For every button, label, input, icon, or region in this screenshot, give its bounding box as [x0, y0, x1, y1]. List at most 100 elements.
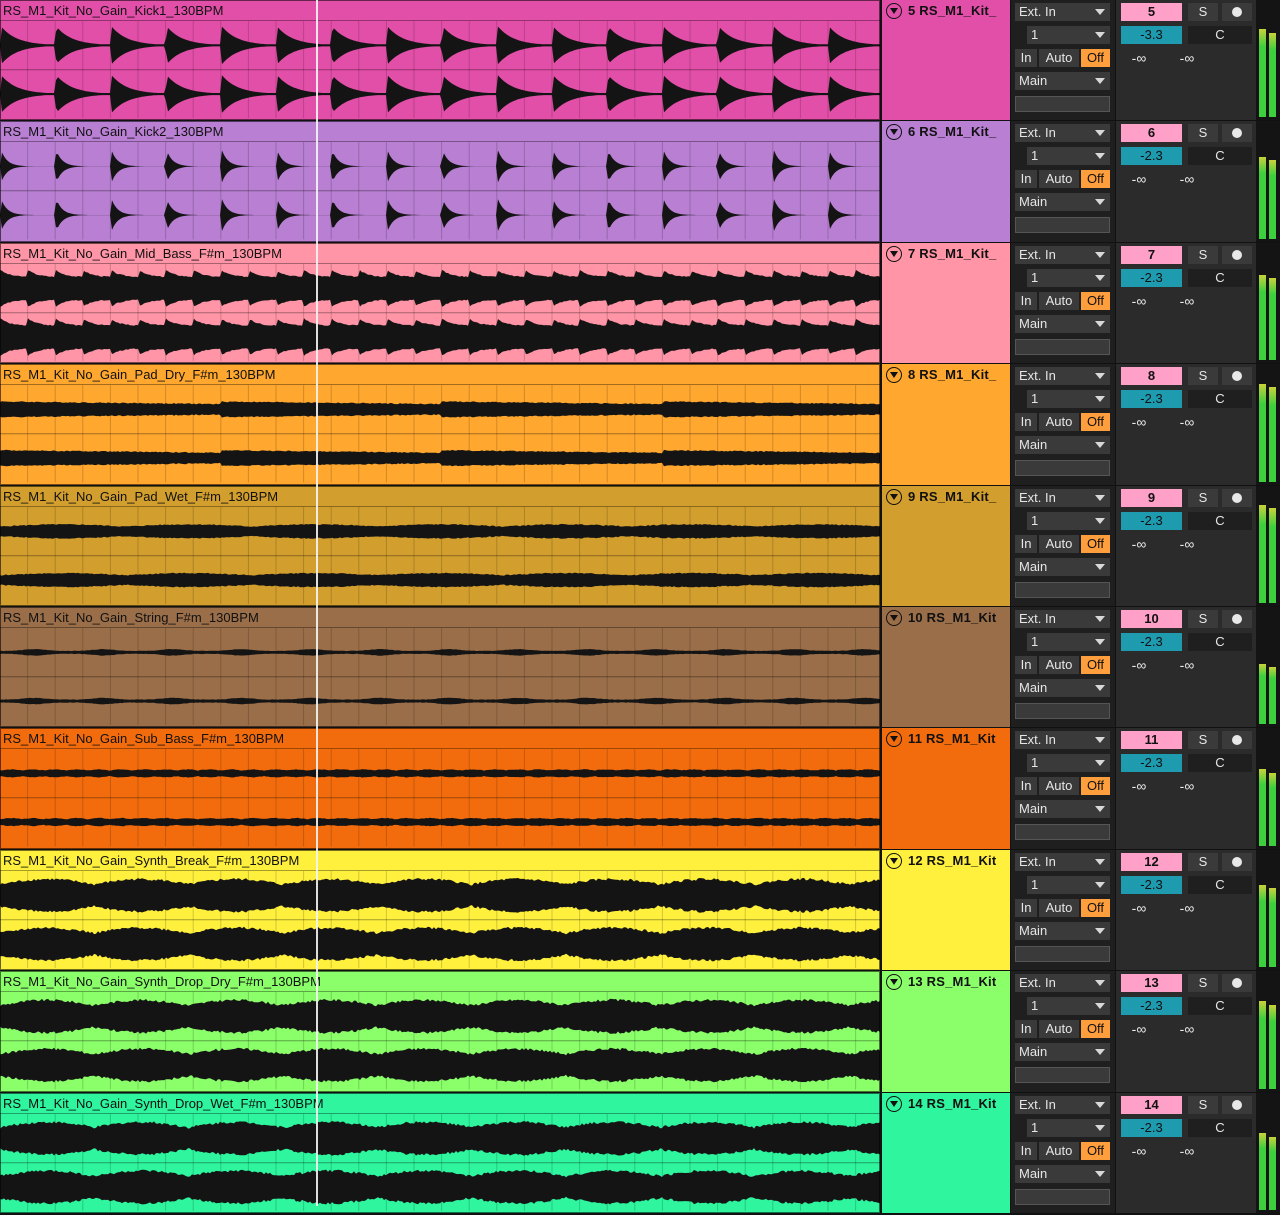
pan-field[interactable]: C [1188, 26, 1252, 44]
solo-button[interactable]: S [1188, 1095, 1218, 1114]
output-channel-field[interactable] [1015, 217, 1110, 234]
solo-button[interactable]: S [1188, 124, 1218, 143]
send-b-field[interactable]: -∞ [1172, 49, 1202, 67]
clip-name[interactable]: RS_M1_Kit_No_Gain_Synth_Drop_Wet_F#m_130… [0, 1093, 880, 1114]
pan-field[interactable]: C [1188, 147, 1252, 166]
clip-name[interactable]: RS_M1_Kit_No_Gain_Pad_Dry_F#m_130BPM [0, 364, 880, 386]
send-b-field[interactable]: -∞ [1172, 413, 1202, 431]
pan-field[interactable]: C [1188, 390, 1252, 409]
output-channel-field[interactable] [1015, 945, 1110, 962]
output-dropdown[interactable]: Main [1015, 314, 1110, 333]
track-name[interactable]: 7 RS_M1_Kit_ [908, 246, 996, 261]
clip-name[interactable]: RS_M1_Kit_No_Gain_Synth_Break_F#m_130BPM [0, 850, 880, 871]
fold-triangle-icon[interactable] [886, 610, 902, 626]
record-arm-icon[interactable] [1222, 852, 1252, 871]
input-type-dropdown[interactable]: Ext. In [1015, 488, 1110, 507]
pan-field[interactable]: C [1188, 511, 1252, 530]
output-dropdown[interactable]: Main [1015, 72, 1110, 90]
audio-clip[interactable]: RS_M1_Kit_No_Gain_Synth_Break_F#m_130BPM [0, 849, 880, 971]
input-channel-dropdown[interactable]: 1 [1027, 754, 1110, 773]
input-type-dropdown[interactable]: Ext. In [1015, 852, 1110, 871]
monitor-in-button[interactable]: In [1015, 170, 1037, 189]
input-channel-dropdown[interactable]: 1 [1027, 511, 1110, 530]
solo-button[interactable]: S [1188, 367, 1218, 386]
monitor-off-button[interactable]: Off [1081, 170, 1110, 189]
clip-name[interactable]: RS_M1_Kit_No_Gain_Mid_Bass_F#m_130BPM [0, 243, 880, 264]
record-arm-icon[interactable] [1222, 3, 1252, 21]
pan-field[interactable]: C [1188, 1118, 1252, 1137]
send-b-field[interactable]: -∞ [1172, 292, 1202, 310]
track-header[interactable]: 6 RS_M1_Kit_ [880, 121, 1011, 242]
pan-field[interactable]: C [1188, 633, 1252, 651]
track-header[interactable]: 13 RS_M1_Kit [880, 971, 1011, 1092]
fold-triangle-icon[interactable] [886, 974, 902, 991]
fold-triangle-icon[interactable] [886, 1095, 902, 1112]
monitor-off-button[interactable]: Off [1081, 534, 1110, 553]
pan-field[interactable]: C [1188, 997, 1252, 1016]
monitor-auto-button[interactable]: Auto [1039, 1141, 1079, 1160]
clip-name[interactable]: RS_M1_Kit_No_Gain_String_F#m_130BPM [0, 607, 880, 628]
clip-name[interactable]: RS_M1_Kit_No_Gain_Kick2_130BPM [0, 121, 880, 143]
input-type-dropdown[interactable]: Ext. In [1015, 124, 1110, 143]
output-dropdown[interactable]: Main [1015, 557, 1110, 576]
track-header[interactable]: 10 RS_M1_Kit [880, 607, 1011, 728]
track-header[interactable]: 11 RS_M1_Kit [880, 728, 1011, 849]
monitor-auto-button[interactable]: Auto [1039, 49, 1079, 67]
record-arm-icon[interactable] [1222, 731, 1252, 750]
solo-button[interactable]: S [1188, 610, 1218, 628]
monitor-auto-button[interactable]: Auto [1039, 534, 1079, 553]
monitor-in-button[interactable]: In [1015, 656, 1037, 674]
send-a-field[interactable]: -∞ [1124, 292, 1154, 310]
monitor-in-button[interactable]: In [1015, 777, 1037, 796]
send-a-field[interactable]: -∞ [1124, 1020, 1154, 1038]
track-number-button[interactable]: 12 [1121, 852, 1182, 871]
record-arm-icon[interactable] [1222, 245, 1252, 264]
send-b-field[interactable]: -∞ [1172, 656, 1202, 674]
audio-clip[interactable]: RS_M1_Kit_No_Gain_Pad_Dry_F#m_130BPM [0, 364, 880, 485]
track-name[interactable]: 9 RS_M1_Kit_ [908, 489, 996, 504]
audio-clip[interactable]: RS_M1_Kit_No_Gain_Sub_Bass_F#m_130BPM [0, 728, 880, 849]
track-number-button[interactable]: 6 [1121, 124, 1182, 143]
volume-field[interactable]: -3.3 [1121, 26, 1182, 44]
volume-field[interactable]: -2.3 [1121, 1118, 1182, 1137]
audio-clip[interactable]: RS_M1_Kit_No_Gain_String_F#m_130BPM [0, 607, 880, 728]
send-a-field[interactable]: -∞ [1124, 777, 1154, 795]
send-b-field[interactable]: -∞ [1172, 535, 1202, 553]
send-b-field[interactable]: -∞ [1172, 777, 1202, 795]
input-type-dropdown[interactable]: Ext. In [1015, 245, 1110, 264]
track-number-button[interactable]: 9 [1121, 488, 1182, 507]
solo-button[interactable]: S [1188, 974, 1218, 993]
audio-clip[interactable]: RS_M1_Kit_No_Gain_Mid_Bass_F#m_130BPM [0, 242, 880, 364]
solo-button[interactable]: S [1188, 488, 1218, 507]
input-channel-dropdown[interactable]: 1 [1027, 997, 1110, 1016]
output-dropdown[interactable]: Main [1015, 436, 1110, 455]
send-b-field[interactable]: -∞ [1172, 1020, 1202, 1038]
send-a-field[interactable]: -∞ [1124, 1142, 1154, 1160]
monitor-in-button[interactable]: In [1015, 1020, 1037, 1039]
volume-field[interactable]: -2.3 [1121, 754, 1182, 773]
monitor-auto-button[interactable]: Auto [1039, 777, 1079, 796]
input-channel-dropdown[interactable]: 1 [1027, 875, 1110, 894]
output-channel-field[interactable] [1015, 338, 1110, 355]
fold-triangle-icon[interactable] [886, 3, 902, 19]
output-channel-field[interactable] [1015, 703, 1110, 719]
input-channel-dropdown[interactable]: 1 [1027, 633, 1110, 651]
track-number-button[interactable]: 8 [1121, 367, 1182, 386]
clip-name[interactable]: RS_M1_Kit_No_Gain_Pad_Wet_F#m_130BPM [0, 486, 880, 507]
audio-clip[interactable]: RS_M1_Kit_No_Gain_Synth_Drop_Wet_F#m_130… [0, 1092, 880, 1213]
monitor-off-button[interactable]: Off [1081, 291, 1110, 310]
track-number-button[interactable]: 7 [1121, 245, 1182, 264]
send-a-field[interactable]: -∞ [1124, 413, 1154, 431]
solo-button[interactable]: S [1188, 731, 1218, 750]
monitor-auto-button[interactable]: Auto [1039, 1020, 1079, 1039]
monitor-off-button[interactable]: Off [1081, 1141, 1110, 1160]
volume-field[interactable]: -2.3 [1121, 633, 1182, 651]
send-a-field[interactable]: -∞ [1124, 899, 1154, 917]
record-arm-icon[interactable] [1222, 367, 1252, 386]
track-name[interactable]: 11 RS_M1_Kit [908, 731, 996, 746]
audio-clip[interactable]: RS_M1_Kit_No_Gain_Pad_Wet_F#m_130BPM [0, 485, 880, 606]
monitor-off-button[interactable]: Off [1081, 777, 1110, 796]
clip-name[interactable]: RS_M1_Kit_No_Gain_Synth_Drop_Dry_F#m_130… [0, 971, 880, 993]
input-type-dropdown[interactable]: Ext. In [1015, 367, 1110, 386]
track-header[interactable]: 14 RS_M1_Kit [880, 1092, 1011, 1213]
